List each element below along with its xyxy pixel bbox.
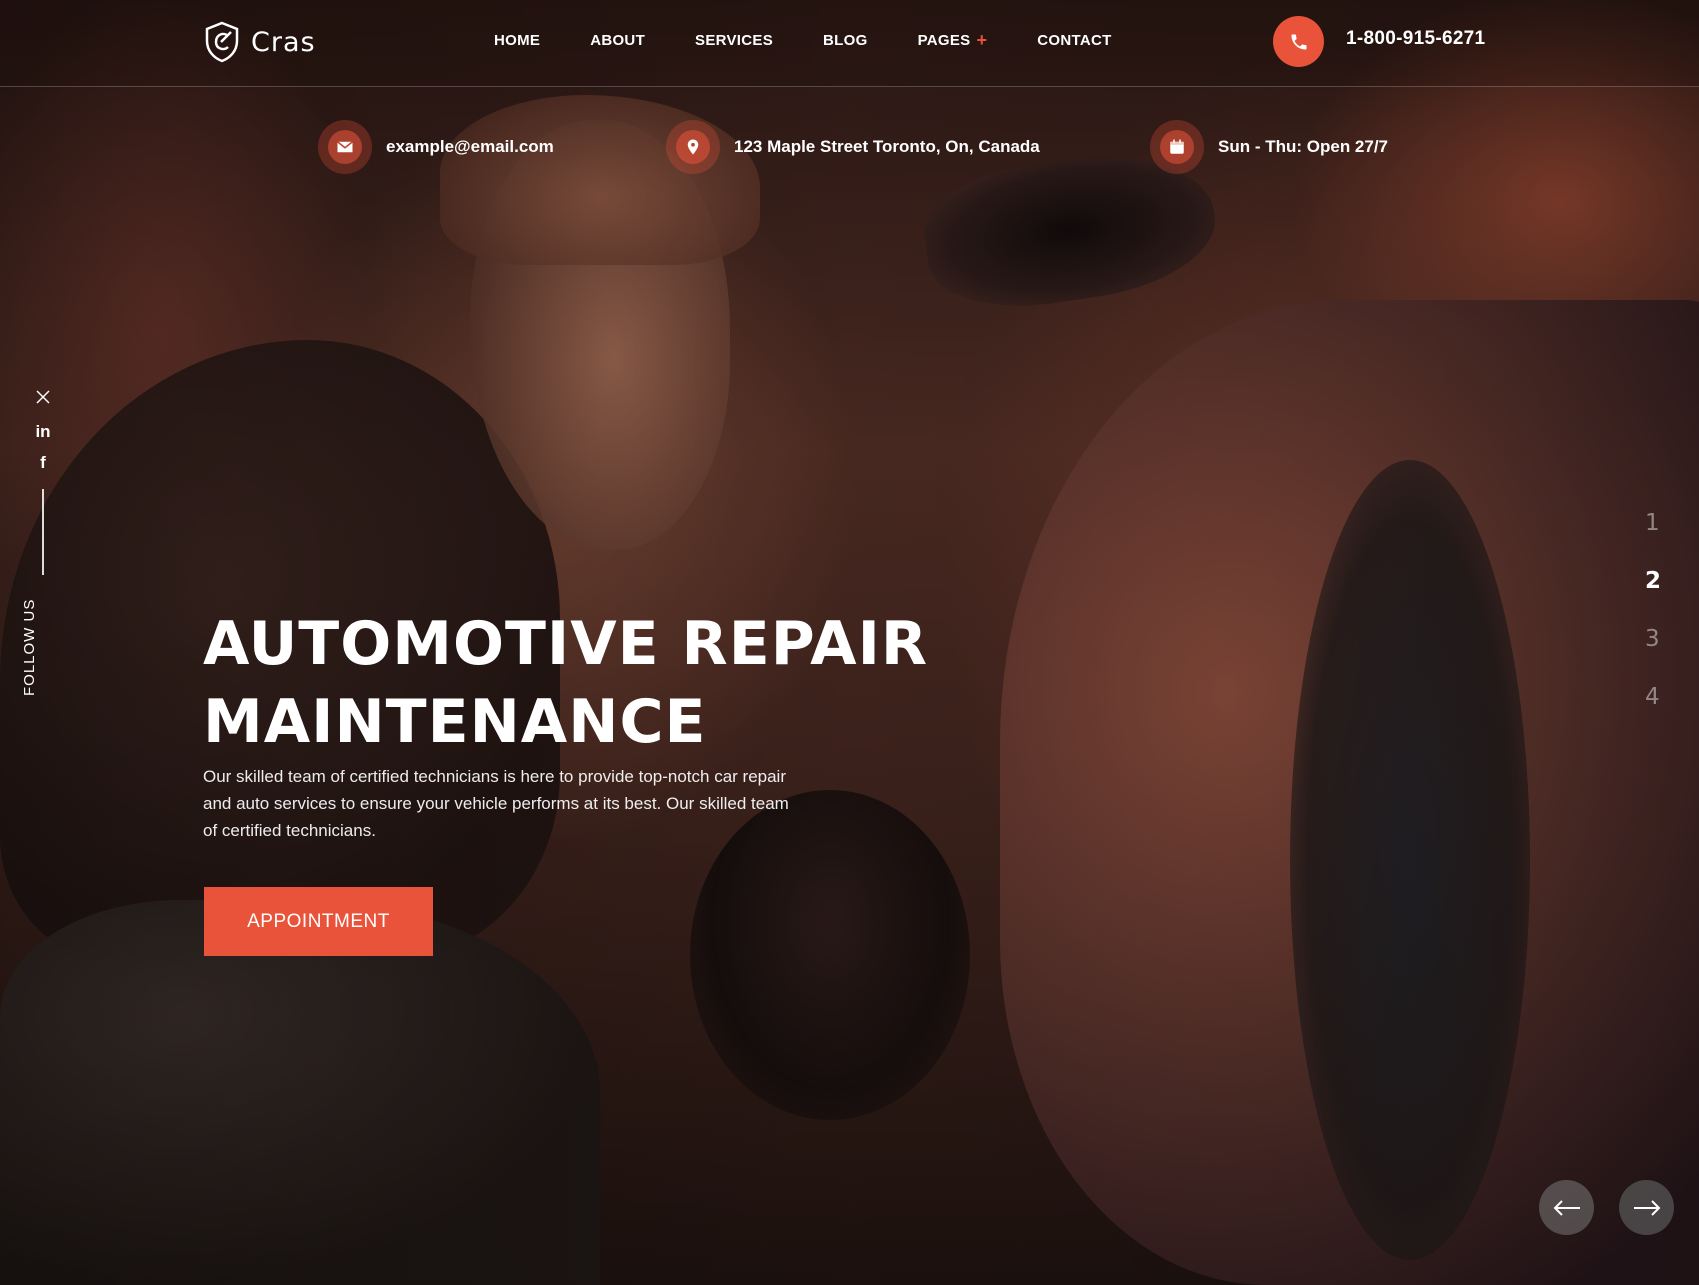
slide-number-3[interactable]: 3	[1645, 626, 1661, 654]
email-text: example@email.com	[386, 137, 554, 156]
slide-pagination: 1 2 3 4	[1645, 510, 1661, 712]
nav-item-pages[interactable]: PAGES +	[918, 31, 988, 49]
phone-number[interactable]: 1-800-915-6271	[1346, 28, 1485, 50]
envelope-icon-wrap	[318, 120, 372, 174]
nav-item-contact[interactable]: CONTACT	[1037, 31, 1111, 49]
slide-number-4[interactable]: 4	[1645, 684, 1661, 712]
calendar-icon	[1170, 139, 1184, 154]
nav-item-about[interactable]: ABOUT	[590, 31, 645, 49]
envelope-icon	[337, 141, 353, 153]
calendar-icon-wrap	[1150, 120, 1204, 174]
info-address[interactable]: 123 Maple Street Toronto, On, Canada	[666, 120, 1040, 174]
nav-item-home[interactable]: HOME	[494, 31, 540, 49]
appointment-button[interactable]: APPOINTMENT	[204, 887, 433, 956]
linkedin-icon[interactable]: in	[35, 423, 50, 440]
arrow-right-icon	[1633, 1199, 1660, 1216]
hero-section: Cras HOME ABOUT SERVICES BLOG PAGES + CO…	[0, 0, 1699, 1285]
address-text: 123 Maple Street Toronto, On, Canada	[734, 137, 1040, 156]
prev-slide-button[interactable]	[1539, 1180, 1594, 1235]
map-pin-icon	[687, 139, 699, 155]
follow-us-label: FOLLOW US	[21, 598, 38, 696]
info-hours: Sun - Thu: Open 27/7	[1150, 120, 1388, 174]
nav-item-services[interactable]: SERVICES	[695, 31, 773, 49]
facebook-icon[interactable]: f	[40, 454, 46, 471]
social-divider	[42, 489, 44, 575]
logo[interactable]: Cras	[203, 21, 316, 63]
info-email[interactable]: example@email.com	[318, 120, 554, 174]
social-sidebar: in f	[28, 388, 58, 575]
shield-logo-icon	[205, 21, 239, 63]
slide-number-1[interactable]: 1	[1645, 510, 1661, 538]
hero-title: AUTOMOTIVE REPAIR MAINTENANCE	[203, 605, 963, 761]
phone-button[interactable]	[1273, 16, 1324, 67]
hours-text: Sun - Thu: Open 27/7	[1218, 137, 1389, 156]
slide-number-2[interactable]: 2	[1645, 568, 1661, 596]
plus-icon: +	[976, 30, 988, 50]
site-header: Cras HOME ABOUT SERVICES BLOG PAGES + CO…	[0, 0, 1699, 87]
nav-item-pages-label: PAGES	[917, 31, 971, 49]
hero-title-line2: MAINTENANCE	[203, 687, 707, 757]
brand-name: Cras	[251, 26, 316, 58]
phone-icon	[1291, 34, 1306, 49]
hero-description: Our skilled team of certified technician…	[203, 767, 789, 840]
hero-title-line1: AUTOMOTIVE REPAIR	[203, 609, 929, 679]
nav-item-blog[interactable]: BLOG	[823, 31, 868, 49]
arrow-left-icon	[1553, 1199, 1580, 1216]
next-slide-button[interactable]	[1619, 1180, 1674, 1235]
map-pin-icon-wrap	[666, 120, 720, 174]
x-icon[interactable]	[34, 388, 52, 409]
main-nav: HOME ABOUT SERVICES BLOG PAGES + CONTACT	[494, 31, 1112, 49]
